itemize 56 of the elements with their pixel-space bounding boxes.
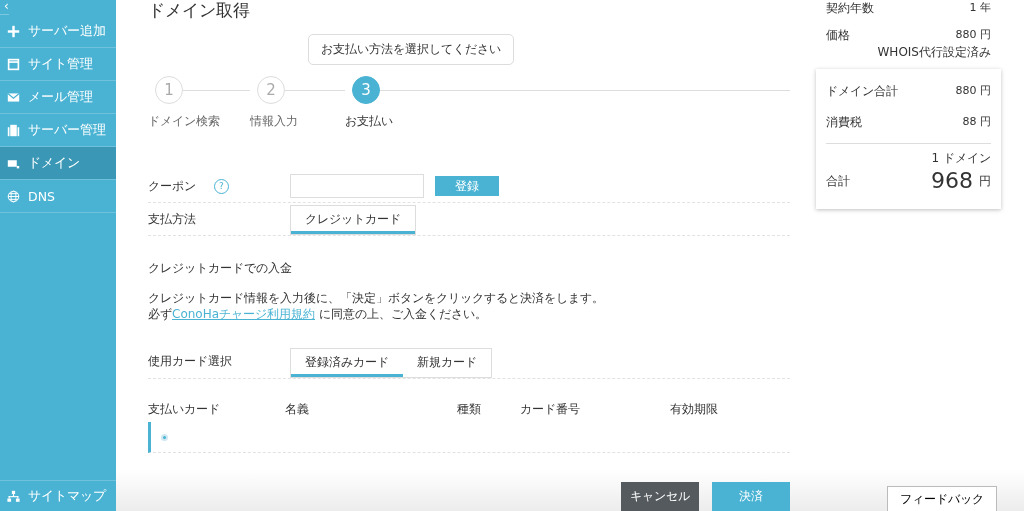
step-label: ドメイン検索 (148, 113, 220, 130)
notice-text: クレジットカード情報を入力後に、「決定」ボタンをクリックすると決済をします。 (148, 291, 604, 306)
card-tab[interactable]: 新規カード (403, 349, 491, 377)
coupon-label: クーポン (148, 177, 196, 195)
card-row[interactable] (148, 422, 790, 453)
register-button[interactable]: 登録 (435, 176, 499, 196)
total-amount: 968 (931, 169, 973, 193)
card-select-label: 使用カード選択 (148, 352, 232, 370)
sidebar-item[interactable]: メール管理 (0, 81, 116, 114)
window-icon (7, 57, 20, 71)
summary-label: 価格 (826, 27, 850, 44)
tooltip: お支払い方法を選択してください (308, 34, 514, 65)
payment-tab[interactable]: クレジットカード (291, 206, 415, 234)
column-header: 種類 (457, 401, 481, 418)
sitemap-link[interactable]: サイトマップ (0, 480, 116, 511)
domain-count: 1 ドメイン (931, 150, 991, 167)
plus-icon (7, 24, 20, 38)
sitemap-icon (7, 489, 20, 503)
summary-value: 880 円 (955, 83, 991, 98)
server-icon (7, 123, 20, 137)
summary-note: WHOIS代行設定済み (877, 44, 991, 61)
step-circle: 2 (257, 76, 285, 104)
total-label: 合計 (826, 172, 850, 190)
summary-value: 1 年 (969, 0, 991, 15)
collapse-button[interactable]: ‹ (0, 0, 9, 15)
sidebar-item[interactable]: ドメイン (0, 147, 116, 180)
step-circle: 3 (352, 76, 380, 104)
summary-label: 消費税 (826, 114, 862, 131)
notice-text: 必ずConoHaチャージ利用規約 に同意の上、ご入金ください。 (148, 307, 487, 322)
coupon-field[interactable] (290, 174, 424, 198)
section-title: クレジットカードでの入金 (148, 260, 292, 277)
currency-unit: 円 (979, 173, 991, 190)
terms-link[interactable]: ConoHaチャージ利用規約 (172, 307, 316, 321)
column-header: 名義 (285, 401, 309, 418)
feedback-button[interactable]: フィードバック (887, 486, 997, 511)
page-title: ドメイン取得 (148, 0, 250, 20)
sidebar-item[interactable]: DNS (0, 180, 116, 213)
globe-icon (7, 189, 20, 203)
summary-value: 88 円 (962, 114, 991, 129)
cancel-button[interactable]: キャンセル (621, 482, 699, 511)
sidebar-item[interactable]: サーバー追加 (0, 15, 116, 48)
column-header: カード番号 (520, 401, 580, 418)
step-circle: 1 (155, 76, 183, 104)
step-label: お支払い (345, 113, 393, 130)
column-header: 支払いカード (148, 401, 220, 418)
pay-button[interactable]: 決済 (712, 482, 790, 511)
summary-label: 契約年数 (826, 0, 874, 17)
column-header: 有効期限 (670, 401, 718, 418)
step-label: 情報入力 (250, 113, 298, 130)
sidebar-item[interactable]: サイト管理 (0, 48, 116, 81)
summary-value: 880 円 (955, 27, 991, 42)
card-tab[interactable]: 登録済みカード (291, 349, 403, 377)
radio-button[interactable] (161, 433, 168, 441)
summary-label: ドメイン合計 (826, 83, 898, 100)
envelope-icon (7, 90, 20, 104)
payment-method-label: 支払方法 (148, 210, 196, 228)
